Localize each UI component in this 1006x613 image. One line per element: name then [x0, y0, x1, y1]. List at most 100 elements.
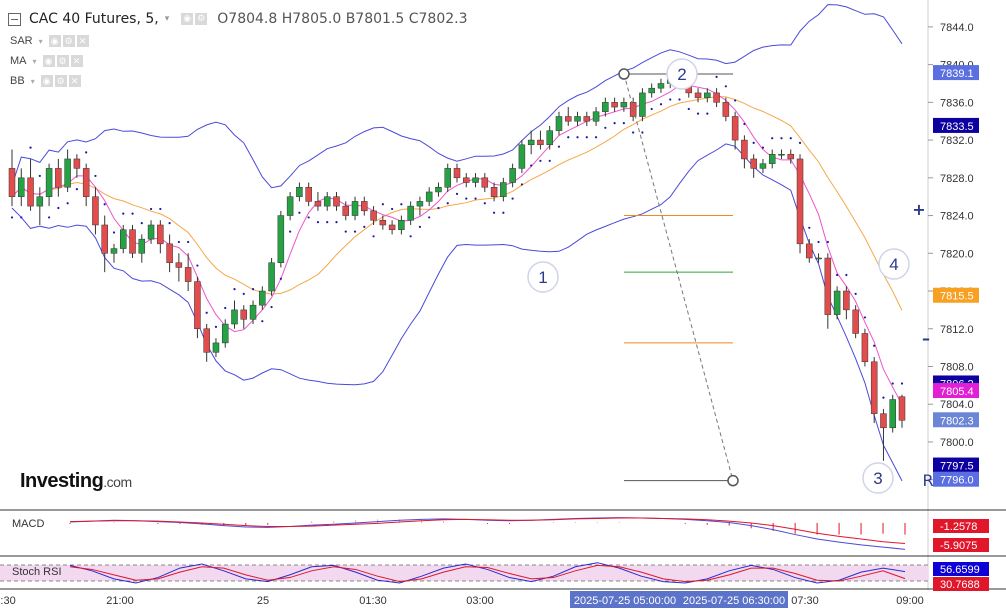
- candle-body: [407, 205, 414, 221]
- candle-body: [833, 290, 841, 315]
- sar-dot: [159, 207, 162, 211]
- settings-icon[interactable]: ⚙: [56, 55, 69, 67]
- candle-body: [713, 92, 720, 103]
- candle-body: [639, 92, 646, 117]
- time-highlight-start: 2025-07-25 05:00:00: [574, 595, 676, 607]
- ohlc-open: O7804.8: [217, 11, 278, 27]
- sar-dot: [743, 122, 746, 126]
- visibility-icon[interactable]: ◉: [40, 75, 53, 87]
- candle-body: [45, 168, 53, 197]
- sar-dot: [10, 216, 14, 219]
- sar-dot: [613, 121, 616, 125]
- sar-dot: [604, 126, 607, 129]
- candle-body: [806, 243, 813, 259]
- sar-dot: [279, 277, 282, 280]
- candle-body: [620, 102, 628, 108]
- visibility-icon[interactable]: ◉: [48, 35, 61, 47]
- chevron-down-icon[interactable]: ▾: [31, 77, 35, 86]
- close-icon[interactable]: ✕: [68, 75, 81, 87]
- indicator-label-bb: BB: [10, 75, 25, 87]
- sar-dot: [103, 203, 106, 206]
- sar-dot: [724, 85, 727, 88]
- time-axis-label: 25: [257, 595, 269, 607]
- price-badge-label: 7833.5: [940, 121, 974, 133]
- price-tick-label: 7808.0: [940, 361, 974, 373]
- chevron-down-icon[interactable]: ▾: [39, 37, 43, 46]
- candle-body: [453, 168, 461, 179]
- candle-body: [379, 220, 387, 226]
- price-tick-label: 7828.0: [940, 173, 974, 185]
- time-axis-label: 0:30: [0, 595, 16, 607]
- panel-value-label: -1.2578: [940, 521, 977, 533]
- candle-body: [787, 153, 794, 160]
- candle-body: [490, 186, 498, 197]
- sar-dot: [576, 136, 579, 139]
- sar-dot: [187, 240, 190, 244]
- close-icon[interactable]: ✕: [76, 35, 89, 47]
- candle-body: [796, 158, 804, 245]
- sar-dot: [696, 112, 700, 115]
- sar-dot: [826, 240, 829, 244]
- candle-body: [759, 163, 767, 169]
- sar-dot: [418, 225, 422, 228]
- price-tick-label: 7832.0: [940, 135, 974, 147]
- time-axis-label: 03:00: [466, 595, 494, 607]
- sar-dot: [131, 212, 134, 215]
- price-badge-label: 7805.4: [940, 386, 974, 398]
- sar-dot: [391, 207, 394, 211]
- price-tick-label: 7800.0: [940, 437, 974, 449]
- candle-body: [314, 201, 322, 207]
- sar-dot: [66, 202, 69, 205]
- candle-body: [657, 83, 665, 89]
- settings-icon[interactable]: ⚙: [62, 35, 75, 47]
- candle-body: [268, 262, 275, 292]
- candle-body: [555, 116, 563, 131]
- candle-body: [129, 229, 136, 254]
- sar-dot: [168, 221, 171, 225]
- sar-dot: [112, 231, 116, 234]
- candle-body: [286, 196, 294, 216]
- candle-body: [704, 92, 711, 98]
- visibility-icon[interactable]: ◉: [42, 55, 55, 67]
- indicator-row-sar[interactable]: SAR ▾ ◉ ⚙ ✕: [10, 33, 89, 49]
- candle-body: [166, 243, 173, 263]
- close-icon[interactable]: ✕: [70, 55, 83, 67]
- candle-body: [870, 361, 878, 414]
- candle-body: [750, 158, 757, 169]
- indicator-row-bb[interactable]: BB ▾ ◉ ⚙ ✕: [10, 73, 81, 89]
- sar-dot: [641, 131, 644, 134]
- collapse-icon[interactable]: [8, 12, 21, 26]
- price-tick-label: 7820.0: [940, 248, 974, 260]
- sar-dot: [446, 202, 449, 205]
- candle-body: [110, 248, 118, 254]
- chevron-down-icon[interactable]: ▾: [33, 57, 37, 66]
- candle-body: [361, 201, 368, 212]
- time-axis-label: 01:30: [359, 595, 387, 607]
- candle-body: [778, 153, 785, 156]
- candle-body: [611, 102, 618, 108]
- sar-dot: [437, 206, 440, 210]
- candle-body: [861, 333, 869, 363]
- sar-dot: [335, 221, 338, 224]
- annotation-label: 2: [677, 65, 686, 84]
- candle-body: [55, 168, 62, 188]
- chevron-down-icon[interactable]: ▾: [165, 14, 170, 24]
- sar-dot: [659, 103, 663, 106]
- sar-dot: [85, 151, 88, 154]
- sar-dot: [817, 240, 820, 244]
- sar-dot: [242, 292, 245, 295]
- visibility-icon[interactable]: ◉: [181, 13, 194, 25]
- panel-value-label: 30.7688: [940, 579, 980, 591]
- sar-dot: [845, 273, 848, 277]
- sar-dot: [75, 188, 78, 191]
- candle-body: [463, 177, 470, 183]
- indicator-row-ma[interactable]: MA ▾ ◉ ⚙ ✕: [10, 53, 83, 69]
- candle-body: [147, 224, 155, 240]
- price-tick-label: 7836.0: [940, 97, 974, 109]
- sar-dot: [94, 174, 97, 178]
- settings-icon[interactable]: ⚙: [195, 13, 208, 25]
- candle-body: [296, 186, 303, 197]
- sar-dot: [140, 221, 143, 225]
- settings-icon[interactable]: ⚙: [54, 75, 67, 87]
- sar-dot: [567, 136, 570, 139]
